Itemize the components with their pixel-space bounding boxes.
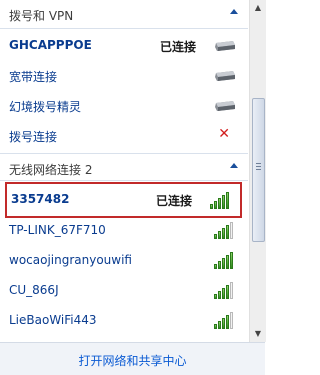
modem-icon [215,71,235,81]
connection-name: 宽带连接 [9,70,58,84]
modem-icon [215,101,235,111]
section-title: 拨号和 VPN [9,9,74,23]
collapse-arrow-icon[interactable] [230,163,238,168]
list-item-ghcapppoe[interactable]: GHCAPPPOE 已连接 [0,30,248,60]
list-item-dialup[interactable]: 拨号连接 ✕ [0,120,248,150]
wifi-name: wocaojingranyouwifi [9,253,132,267]
modem-icon [215,41,235,51]
signal-strength-icon [214,221,236,239]
list-item-wocaojingranyouwifi[interactable]: wocaojingranyouwifi [0,245,248,275]
disconnected-x-icon: ✕ [218,126,230,142]
network-flyout: 拨号和 VPN GHCAPPPOE 已连接 宽带连接 幻境拨号精灵 拨号连接 ✕ [0,0,266,375]
scroll-thumb[interactable] [252,98,265,242]
section-header-dialup[interactable]: 拨号和 VPN [0,0,248,29]
section-title: 无线网络连接 2 [9,163,93,177]
signal-strength-icon [214,281,236,299]
connection-name: 幻境拨号精灵 [9,100,82,114]
grip-icon [256,163,261,170]
signal-strength-icon [214,311,236,329]
list-item-dialer[interactable]: 幻境拨号精灵 [0,90,248,120]
open-network-center-link[interactable]: 打开网络和共享中心 [0,352,265,369]
wifi-name: TP-LINK_67F710 [9,223,106,237]
footer-bar: 打开网络和共享中心 [0,342,265,375]
scroll-up-arrow-icon[interactable]: ▲ [250,0,266,16]
wifi-name: 3357482 [11,192,70,206]
wifi-name: CU_866J [9,283,59,297]
collapse-arrow-icon[interactable] [230,9,238,14]
section-header-wireless[interactable]: 无线网络连接 2 [0,153,248,181]
connection-status: 已连接 [159,40,196,54]
wifi-name: LieBaoWiFi443 [9,313,97,327]
signal-strength-icon [214,251,236,269]
list-item-cu-866j[interactable]: CU_866J [0,275,248,305]
signal-strength-icon [210,191,232,209]
list-item-3357482[interactable]: 3357482 已连接 [5,182,242,218]
list-item-liebaowifi443[interactable]: LieBaoWiFi443 [0,305,248,335]
list-item-broadband[interactable]: 宽带连接 [0,60,248,90]
connection-name: 拨号连接 [9,130,58,144]
connection-name: GHCAPPPOE [9,38,92,52]
connection-status: 已连接 [155,194,192,208]
list-item-tp-link[interactable]: TP-LINK_67F710 [0,215,248,245]
vertical-scrollbar[interactable]: ▲ ▼ [249,0,266,342]
scroll-down-arrow-icon[interactable]: ▼ [250,326,266,342]
